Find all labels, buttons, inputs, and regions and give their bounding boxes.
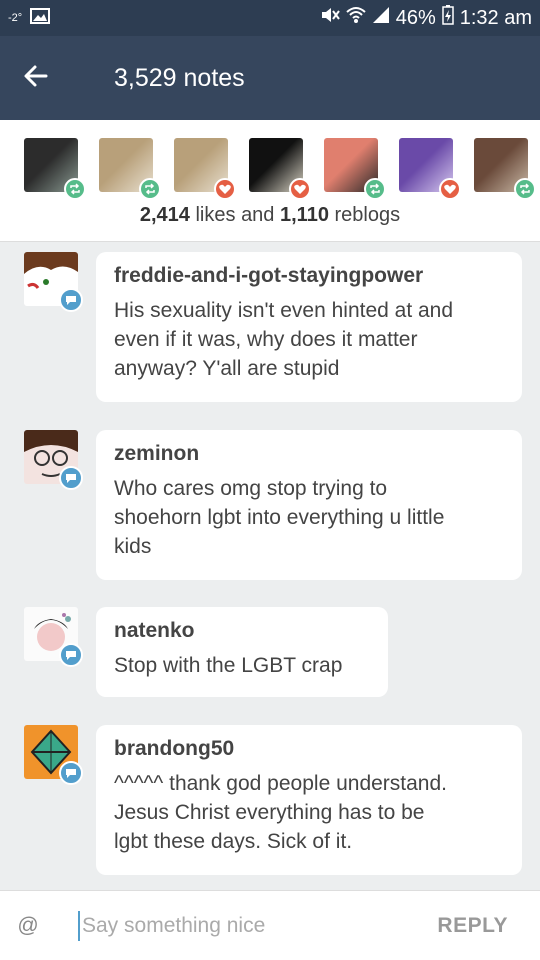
reply-line: His sexuality isn't even hinted at and: [114, 299, 454, 322]
reply-bubble: zeminon Who cares omg stop trying to sho…: [96, 430, 522, 580]
clock: 1:32 am: [459, 6, 532, 29]
note-avatar[interactable]: [399, 138, 461, 200]
reply-badge-icon: [59, 643, 83, 667]
reply-line: ^^^^^ thank god people understand.: [114, 772, 447, 795]
reply-username[interactable]: freddie-and-i-got-stayingpower: [114, 264, 504, 288]
reply-button[interactable]: REPLY: [437, 914, 508, 938]
reply-badge-icon: [59, 288, 83, 312]
mention-button[interactable]: @: [0, 914, 56, 938]
reply-composer: @ Say something nice REPLY: [0, 890, 540, 960]
reply-line: kids: [114, 535, 152, 558]
notes-strip: 2,414 likes and 1,110 reblogs: [0, 120, 540, 242]
reply-bubble: freddie-and-i-got-stayingpower His sexua…: [96, 252, 522, 402]
mute-icon: [320, 6, 340, 30]
reply-badge-icon: [59, 761, 83, 785]
status-bar: -2° 46% 1:32 am: [0, 0, 540, 36]
reply-line: lgbt these days. Sick of it.: [114, 830, 353, 853]
back-button[interactable]: [0, 36, 72, 120]
wifi-icon: [346, 6, 366, 30]
reply-line: Stop with the LGBT crap: [114, 654, 343, 677]
reply-line: Who cares omg stop trying to: [114, 477, 388, 500]
battery-icon: [441, 5, 454, 31]
reply-text: Stop with the LGBT crap: [114, 651, 370, 680]
reblogs-count: 1,110: [280, 204, 329, 226]
reblog-icon: [64, 178, 86, 200]
likes-count: 2,414: [139, 204, 190, 226]
page-title: 3,529 notes: [114, 63, 245, 92]
note-avatars-list: [24, 138, 536, 200]
reply-bubble: natenko Stop with the LGBT crap: [96, 607, 388, 697]
battery-percent: 46%: [395, 6, 436, 29]
note-avatar[interactable]: [99, 138, 161, 200]
reply-text: ^^^^^ thank god people understand. Jesus…: [114, 769, 504, 856]
reblog-icon: [139, 178, 161, 200]
reply-username[interactable]: natenko: [114, 619, 370, 643]
reply-input[interactable]: Say something nice: [82, 914, 437, 938]
reply-bubble: brandong50 ^^^^^ thank god people unders…: [96, 725, 522, 875]
temperature-text: -2°: [8, 12, 23, 24]
signal-icon: [372, 6, 390, 30]
reblog-icon: [514, 178, 536, 200]
reply-line: Jesus Christ everything has to be: [114, 801, 425, 824]
reply-text: His sexuality isn't even hinted at and e…: [114, 296, 504, 383]
text-cursor: [78, 910, 80, 941]
heart-icon: [214, 178, 236, 200]
note-avatar[interactable]: [24, 138, 86, 200]
reblog-icon: [364, 178, 386, 200]
heart-icon: [439, 178, 461, 200]
note-avatar[interactable]: [174, 138, 236, 200]
reply-text: Who cares omg stop trying to shoehorn lg…: [114, 474, 504, 561]
reply-line: even if it was, why does it matter: [114, 328, 418, 351]
reply-username[interactable]: brandong50: [114, 737, 504, 761]
note-avatar[interactable]: [249, 138, 311, 200]
reblogs-label: reblogs: [334, 204, 401, 226]
conjunction: and: [241, 204, 275, 226]
reply-badge-icon: [59, 466, 83, 490]
notes-summary: 2,414 likes and 1,110 reblogs: [0, 204, 540, 227]
reply-username[interactable]: zeminon: [114, 442, 504, 466]
reply-line: anyway? Y'all are stupid: [114, 357, 340, 380]
reply-line: shoehorn lgbt into everything u little: [114, 506, 445, 529]
likes-label: likes: [195, 204, 236, 226]
note-avatar[interactable]: [324, 138, 386, 200]
gallery-icon: [30, 7, 51, 29]
back-arrow-icon: [22, 62, 50, 95]
app-bar: 3,529 notes: [0, 36, 540, 120]
note-avatar[interactable]: [474, 138, 536, 200]
heart-icon: [289, 178, 311, 200]
